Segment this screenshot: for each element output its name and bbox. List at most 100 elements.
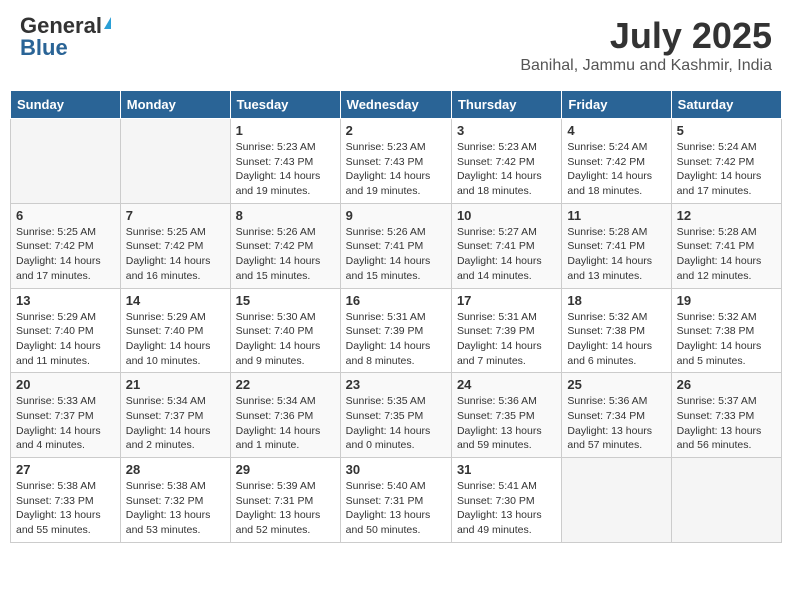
day-number: 13: [16, 293, 115, 308]
calendar-header-row: SundayMondayTuesdayWednesdayThursdayFrid…: [11, 91, 782, 119]
day-info: Sunrise: 5:23 AM Sunset: 7:42 PM Dayligh…: [457, 140, 556, 199]
calendar-cell: 23 Sunrise: 5:35 AM Sunset: 7:35 PM Dayli…: [340, 373, 451, 458]
day-header-tuesday: Tuesday: [230, 91, 340, 119]
calendar-cell: [120, 119, 230, 204]
day-number: 11: [567, 208, 665, 223]
day-info: Sunrise: 5:35 AM Sunset: 7:35 PM Dayligh…: [346, 394, 446, 453]
page-header: General Blue July 2025 Banihal, Jammu an…: [10, 10, 782, 80]
day-info: Sunrise: 5:25 AM Sunset: 7:42 PM Dayligh…: [126, 225, 225, 284]
logo-general-text: General: [20, 15, 102, 37]
day-header-wednesday: Wednesday: [340, 91, 451, 119]
day-number: 2: [346, 123, 446, 138]
day-info: Sunrise: 5:29 AM Sunset: 7:40 PM Dayligh…: [126, 310, 225, 369]
calendar-cell: 6Sunrise: 5:25 AM Sunset: 7:42 PM Daylig…: [11, 203, 121, 288]
day-info: Sunrise: 5:23 AM Sunset: 7:43 PM Dayligh…: [346, 140, 446, 199]
calendar-cell: 10 Sunrise: 5:27 AM Sunset: 7:41 PM Dayli…: [451, 203, 561, 288]
calendar-cell: 18 Sunrise: 5:32 AM Sunset: 7:38 PM Dayli…: [562, 288, 671, 373]
day-info: Sunrise: 5:34 AM Sunset: 7:37 PM Dayligh…: [126, 394, 225, 453]
day-info: Sunrise: 5:23 AM Sunset: 7:43 PM Dayligh…: [236, 140, 335, 199]
day-info: Sunrise: 5:37 AM Sunset: 7:33 PM Dayligh…: [677, 394, 776, 453]
day-number: 26: [677, 377, 776, 392]
day-number: 4: [567, 123, 665, 138]
day-info: Sunrise: 5:26 AM Sunset: 7:42 PM Dayligh…: [236, 225, 335, 284]
day-info: Sunrise: 5:38 AM Sunset: 7:32 PM Dayligh…: [126, 479, 225, 538]
month-title: July 2025: [520, 15, 772, 57]
day-number: 14: [126, 293, 225, 308]
day-header-thursday: Thursday: [451, 91, 561, 119]
location-title: Banihal, Jammu and Kashmir, India: [520, 57, 772, 75]
calendar-cell: 16Sunrise: 5:31 AM Sunset: 7:39 PM Dayli…: [340, 288, 451, 373]
day-header-saturday: Saturday: [671, 91, 781, 119]
day-header-monday: Monday: [120, 91, 230, 119]
day-info: Sunrise: 5:31 AM Sunset: 7:39 PM Dayligh…: [346, 310, 446, 369]
day-number: 9: [346, 208, 446, 223]
calendar-week-5: 27Sunrise: 5:38 AM Sunset: 7:33 PM Dayli…: [11, 458, 782, 543]
calendar-cell: [11, 119, 121, 204]
calendar-cell: 2 Sunrise: 5:23 AM Sunset: 7:43 PM Daylig…: [340, 119, 451, 204]
day-info: Sunrise: 5:25 AM Sunset: 7:42 PM Dayligh…: [16, 225, 115, 284]
day-number: 25: [567, 377, 665, 392]
day-number: 18: [567, 293, 665, 308]
calendar-cell: 5 Sunrise: 5:24 AM Sunset: 7:42 PM Daylig…: [671, 119, 781, 204]
title-section: July 2025 Banihal, Jammu and Kashmir, In…: [520, 15, 772, 75]
calendar-cell: 3Sunrise: 5:23 AM Sunset: 7:42 PM Daylig…: [451, 119, 561, 204]
calendar-week-1: 1Sunrise: 5:23 AM Sunset: 7:43 PM Daylig…: [11, 119, 782, 204]
day-info: Sunrise: 5:39 AM Sunset: 7:31 PM Dayligh…: [236, 479, 335, 538]
calendar-cell: 24Sunrise: 5:36 AM Sunset: 7:35 PM Dayli…: [451, 373, 561, 458]
logo-blue-text: Blue: [20, 37, 68, 59]
calendar-week-2: 6Sunrise: 5:25 AM Sunset: 7:42 PM Daylig…: [11, 203, 782, 288]
calendar-cell: 25 Sunrise: 5:36 AM Sunset: 7:34 PM Dayli…: [562, 373, 671, 458]
calendar-cell: 22 Sunrise: 5:34 AM Sunset: 7:36 PM Dayli…: [230, 373, 340, 458]
calendar-cell: 26 Sunrise: 5:37 AM Sunset: 7:33 PM Dayli…: [671, 373, 781, 458]
calendar-cell: 13 Sunrise: 5:29 AM Sunset: 7:40 PM Dayli…: [11, 288, 121, 373]
calendar-cell: 30 Sunrise: 5:40 AM Sunset: 7:31 PM Dayli…: [340, 458, 451, 543]
calendar-week-3: 13 Sunrise: 5:29 AM Sunset: 7:40 PM Dayli…: [11, 288, 782, 373]
day-info: Sunrise: 5:24 AM Sunset: 7:42 PM Dayligh…: [677, 140, 776, 199]
day-number: 20: [16, 377, 115, 392]
calendar-week-4: 20 Sunrise: 5:33 AM Sunset: 7:37 PM Dayli…: [11, 373, 782, 458]
day-info: Sunrise: 5:28 AM Sunset: 7:41 PM Dayligh…: [567, 225, 665, 284]
calendar-cell: [562, 458, 671, 543]
day-info: Sunrise: 5:34 AM Sunset: 7:36 PM Dayligh…: [236, 394, 335, 453]
calendar-cell: [671, 458, 781, 543]
day-number: 10: [457, 208, 556, 223]
calendar-cell: 14 Sunrise: 5:29 AM Sunset: 7:40 PM Dayli…: [120, 288, 230, 373]
day-number: 23: [346, 377, 446, 392]
day-info: Sunrise: 5:40 AM Sunset: 7:31 PM Dayligh…: [346, 479, 446, 538]
day-info: Sunrise: 5:33 AM Sunset: 7:37 PM Dayligh…: [16, 394, 115, 453]
day-number: 15: [236, 293, 335, 308]
day-info: Sunrise: 5:28 AM Sunset: 7:41 PM Dayligh…: [677, 225, 776, 284]
day-header-sunday: Sunday: [11, 91, 121, 119]
logo-triangle-icon: [104, 17, 111, 29]
day-number: 30: [346, 462, 446, 477]
calendar-cell: 11 Sunrise: 5:28 AM Sunset: 7:41 PM Dayli…: [562, 203, 671, 288]
calendar-cell: 1Sunrise: 5:23 AM Sunset: 7:43 PM Daylig…: [230, 119, 340, 204]
day-info: Sunrise: 5:41 AM Sunset: 7:30 PM Dayligh…: [457, 479, 556, 538]
calendar-cell: 21 Sunrise: 5:34 AM Sunset: 7:37 PM Dayli…: [120, 373, 230, 458]
day-info: Sunrise: 5:38 AM Sunset: 7:33 PM Dayligh…: [16, 479, 115, 538]
day-number: 19: [677, 293, 776, 308]
calendar-cell: 12Sunrise: 5:28 AM Sunset: 7:41 PM Dayli…: [671, 203, 781, 288]
day-info: Sunrise: 5:29 AM Sunset: 7:40 PM Dayligh…: [16, 310, 115, 369]
day-number: 7: [126, 208, 225, 223]
day-number: 17: [457, 293, 556, 308]
calendar-cell: 19Sunrise: 5:32 AM Sunset: 7:38 PM Dayli…: [671, 288, 781, 373]
calendar-cell: 27Sunrise: 5:38 AM Sunset: 7:33 PM Dayli…: [11, 458, 121, 543]
calendar-cell: 8 Sunrise: 5:26 AM Sunset: 7:42 PM Daylig…: [230, 203, 340, 288]
day-info: Sunrise: 5:31 AM Sunset: 7:39 PM Dayligh…: [457, 310, 556, 369]
calendar-cell: 20 Sunrise: 5:33 AM Sunset: 7:37 PM Dayli…: [11, 373, 121, 458]
calendar-cell: 29Sunrise: 5:39 AM Sunset: 7:31 PM Dayli…: [230, 458, 340, 543]
day-info: Sunrise: 5:32 AM Sunset: 7:38 PM Dayligh…: [567, 310, 665, 369]
day-info: Sunrise: 5:27 AM Sunset: 7:41 PM Dayligh…: [457, 225, 556, 284]
day-number: 22: [236, 377, 335, 392]
day-number: 8: [236, 208, 335, 223]
day-number: 31: [457, 462, 556, 477]
day-number: 21: [126, 377, 225, 392]
calendar-cell: 31 Sunrise: 5:41 AM Sunset: 7:30 PM Dayli…: [451, 458, 561, 543]
calendar-cell: 17 Sunrise: 5:31 AM Sunset: 7:39 PM Dayli…: [451, 288, 561, 373]
day-info: Sunrise: 5:36 AM Sunset: 7:34 PM Dayligh…: [567, 394, 665, 453]
day-number: 5: [677, 123, 776, 138]
day-info: Sunrise: 5:36 AM Sunset: 7:35 PM Dayligh…: [457, 394, 556, 453]
calendar-cell: 4Sunrise: 5:24 AM Sunset: 7:42 PM Daylig…: [562, 119, 671, 204]
day-number: 28: [126, 462, 225, 477]
